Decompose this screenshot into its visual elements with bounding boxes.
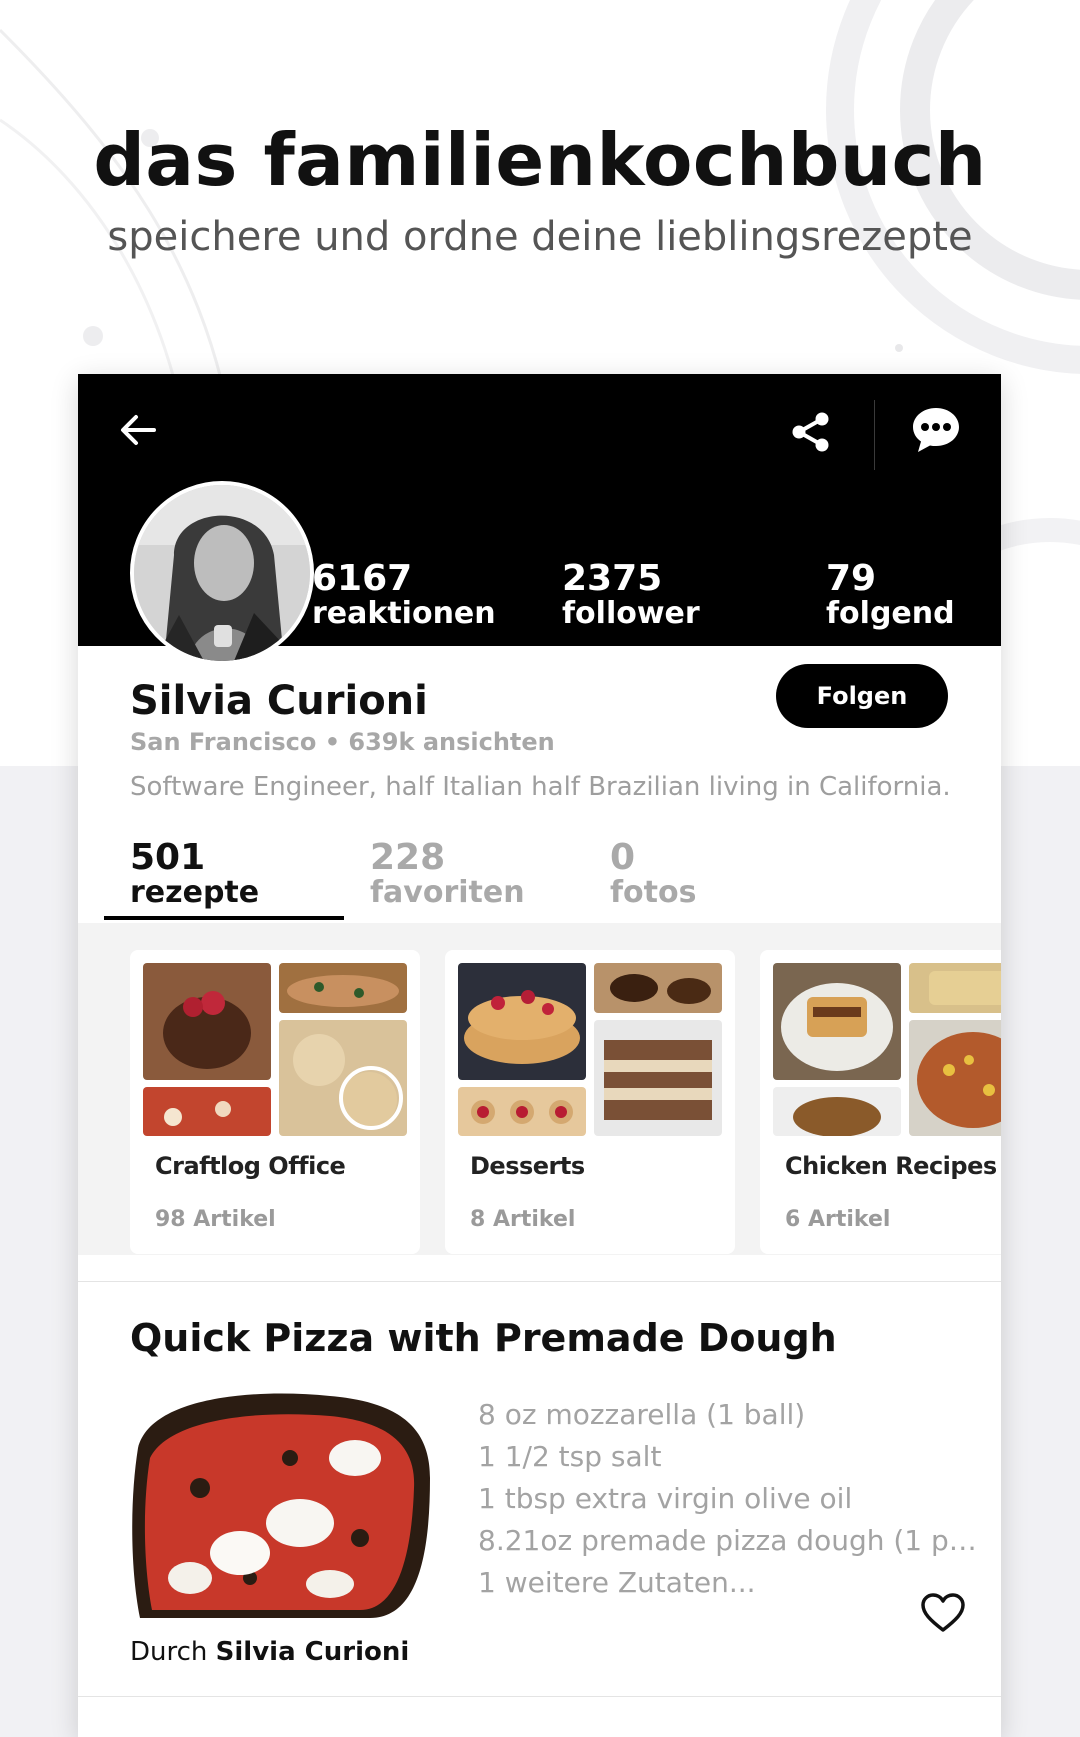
collection-thumbnail [279,1020,407,1136]
stat-reactions[interactable]: 6167 reaktionen [312,560,496,629]
ingredient-item: 1 tbsp extra virgin olive oil [478,1482,853,1515]
collection-count: 6 Artikel [785,1207,891,1232]
header-divider [874,400,875,470]
stat-followers[interactable]: 2375 follower [562,560,700,629]
author-prefix: Durch [130,1637,208,1667]
stat-following-value: 79 [826,558,877,599]
collection-thumbnail [909,963,1001,1013]
collection-card[interactable]: Desserts 8 Artikel [445,950,735,1254]
ingredient-item: 8 oz mozzarella (1 ball) [478,1398,806,1431]
collection-count: 8 Artikel [470,1207,576,1232]
collection-thumbnail [773,1087,901,1136]
tab-favorites[interactable]: 228 favoriten [370,839,525,908]
section-divider [78,1696,1001,1697]
ingredient-item: 1 1/2 tsp salt [478,1440,662,1473]
avatar[interactable] [130,481,314,665]
stat-reactions-value: 6167 [312,558,413,599]
author-name[interactable]: Silvia Curioni [216,1637,410,1667]
promo-subtitle: speichere und ordne deine lieblingsrezep… [107,214,973,260]
tab-photos-label: fotos [610,874,697,910]
recipe-image[interactable] [130,1388,438,1618]
share-icon[interactable] [789,410,833,454]
stat-following-label: folgend [826,595,955,631]
app-screen: 6167 reaktionen 2375 follower 79 folgend… [78,374,1001,1737]
collection-name: Chicken Recipes [785,1152,997,1180]
active-tab-indicator [104,916,344,920]
collection-card[interactable]: Craftlog Office 98 Artikel [130,950,420,1254]
recipe-author-line: Durch Silvia Curioni [130,1637,409,1667]
tab-recipes[interactable]: 501 rezepte [130,839,259,908]
tab-favorites-count: 228 [370,837,446,878]
tab-recipes-count: 501 [130,837,206,878]
collection-thumbnail [458,1087,586,1136]
collection-thumbnail [594,963,722,1013]
collection-name: Craftlog Office [155,1152,346,1180]
profile-name: Silvia Curioni [130,678,428,724]
chat-bubble-icon[interactable] [910,404,962,456]
promo-title: das familienkochbuch [93,118,987,202]
collection-thumbnail [143,963,271,1080]
tab-recipes-label: rezepte [130,874,260,910]
ingredient-item: 8.21oz premade pizza dough (1 package) [478,1524,978,1557]
tab-photos[interactable]: 0 fotos [610,839,696,908]
collection-thumbnail [143,1087,271,1136]
collection-thumbnail [773,963,901,1080]
collection-name: Desserts [470,1152,585,1180]
collection-card[interactable]: Chicken Recipes 6 Artikel [760,950,1001,1254]
tab-photos-count: 0 [610,837,636,878]
back-arrow-icon[interactable] [116,408,160,452]
follow-button[interactable]: Folgen [776,664,948,728]
profile-bio: Software Engineer, half Italian half Bra… [130,772,951,802]
collection-thumbnail [458,963,586,1080]
stat-following[interactable]: 79 folgend [826,560,955,629]
ingredient-more[interactable]: 1 weitere Zutaten... [478,1562,978,1604]
section-divider [78,1281,1001,1282]
recipe-title[interactable]: Quick Pizza with Premade Dough [130,1316,837,1360]
heart-outline-icon[interactable] [920,1592,966,1634]
profile-meta: San Francisco • 639k ansichten [130,728,555,756]
collection-thumbnail [909,1020,1001,1136]
stat-reactions-label: reaktionen [312,595,496,631]
collection-thumbnail [594,1020,722,1136]
stat-followers-value: 2375 [562,558,663,599]
collection-thumbnail [279,963,407,1013]
ingredient-list: 8 oz mozzarella (1 ball) 1 1/2 tsp salt … [478,1394,978,1604]
stat-followers-label: follower [562,595,700,631]
collection-count: 98 Artikel [155,1207,276,1232]
tab-favorites-label: favoriten [370,874,525,910]
collections-carousel[interactable]: Craftlog Office 98 Artikel Desserts 8 Ar… [78,923,1001,1255]
